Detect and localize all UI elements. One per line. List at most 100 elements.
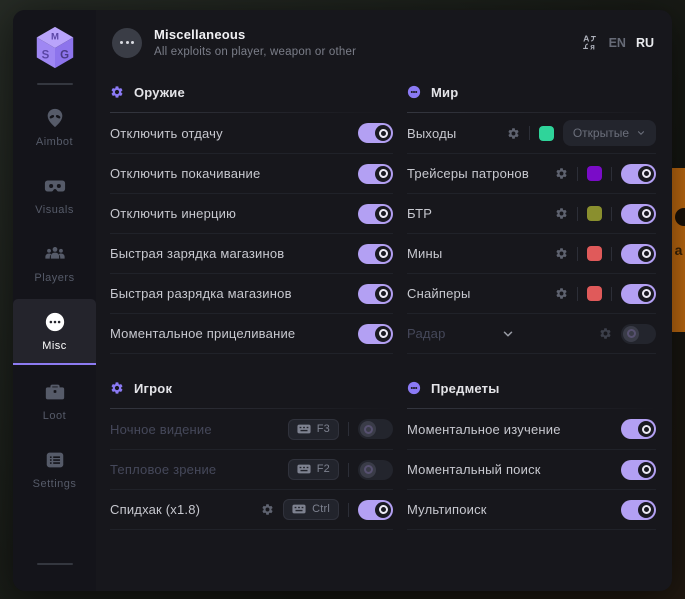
gear-icon	[110, 85, 124, 99]
right-column: Мир Выходы Открытые	[407, 76, 656, 530]
ellipsis-circle-icon	[44, 311, 66, 333]
translate-icon[interactable]: A я	[580, 33, 599, 52]
sidebar-item-misc[interactable]: Misc	[13, 299, 96, 365]
control-divider	[348, 422, 349, 436]
no-inertia-toggle[interactable]	[358, 204, 393, 224]
sidebar-item-players[interactable]: Players	[13, 231, 96, 295]
thermal-vision-toggle[interactable]	[358, 460, 393, 480]
control-divider	[611, 167, 612, 181]
row-fast-unload: Быстрая разрядка магазинов	[110, 273, 393, 313]
row-label: Отключить инерцию	[110, 206, 358, 221]
players-icon	[44, 243, 66, 265]
vr-goggles-icon	[44, 175, 66, 197]
instant-ads-toggle[interactable]	[358, 324, 393, 344]
snipers-settings-gear-icon[interactable]	[555, 287, 568, 300]
row-label: Трейсеры патронов	[407, 166, 555, 181]
row-label: Мины	[407, 246, 555, 261]
row-label: Радар	[407, 326, 446, 341]
row-speedhack: Спидхак (x1.8) Ctrl	[110, 489, 393, 529]
sidebar-divider	[37, 83, 73, 85]
instant-search-toggle[interactable]	[621, 460, 656, 480]
row-instant-ads: Моментальное прицеливание	[110, 313, 393, 353]
row-label: Моментальный поиск	[407, 462, 621, 477]
radar-expand-chevron-icon[interactable]	[501, 327, 515, 341]
row-label: Тепловое зрение	[110, 462, 288, 477]
sidebar-item-loot[interactable]: Loot	[13, 369, 96, 433]
night-vision-toggle[interactable]	[358, 419, 393, 439]
fast-reload-toggle[interactable]	[358, 244, 393, 264]
keyboard-icon	[292, 504, 306, 514]
tracers-settings-gear-icon[interactable]	[555, 167, 568, 180]
control-divider	[611, 287, 612, 301]
fast-unload-toggle[interactable]	[358, 284, 393, 304]
control-divider	[611, 207, 612, 221]
mines-toggle[interactable]	[621, 244, 656, 264]
btr-toggle[interactable]	[621, 204, 656, 224]
mines-settings-gear-icon[interactable]	[555, 247, 568, 260]
no-sway-toggle[interactable]	[358, 164, 393, 184]
row-label: Быстрая разрядка магазинов	[110, 286, 358, 301]
row-label: БТР	[407, 206, 555, 221]
row-label: Отключить покачивание	[110, 166, 358, 181]
exits-dropdown-value: Открытые	[573, 126, 629, 140]
sidebar-item-settings[interactable]: Settings	[13, 437, 96, 501]
section-title: Оружие	[134, 85, 185, 100]
control-divider	[529, 126, 530, 140]
section-player-header: Игрок	[110, 376, 393, 400]
items-icon	[407, 381, 421, 395]
world-icon	[407, 85, 421, 99]
row-instant-examine: Моментальное изучение	[407, 409, 656, 449]
row-no-recoil: Отключить отдачу	[110, 113, 393, 153]
control-divider	[348, 503, 349, 517]
svg-text:S: S	[41, 50, 49, 62]
night-vision-keybind[interactable]: F3	[288, 419, 339, 440]
control-divider	[577, 207, 578, 221]
keybind-label: F2	[317, 463, 330, 475]
section-weapon-header: Оружие	[110, 80, 393, 104]
btr-color-swatch[interactable]	[587, 206, 602, 221]
svg-text:G: G	[60, 50, 69, 62]
radar-settings-gear-icon[interactable]	[599, 327, 612, 340]
lang-en-button[interactable]: EN	[609, 36, 626, 50]
speedhack-settings-gear-icon[interactable]	[261, 503, 274, 516]
exits-dropdown[interactable]: Открытые	[563, 120, 656, 146]
left-column: Оружие Отключить отдачу Отключить покачи…	[110, 76, 393, 530]
instant-examine-toggle[interactable]	[621, 419, 656, 439]
row-label: Ночное видение	[110, 422, 288, 437]
sidebar-item-label: Loot	[43, 410, 66, 422]
radar-toggle[interactable]	[621, 324, 656, 344]
sidebar-item-visuals[interactable]: Visuals	[13, 163, 96, 227]
section-player: Игрок Ночное видение F3	[110, 376, 393, 530]
no-recoil-toggle[interactable]	[358, 123, 393, 143]
sidebar-nav: Aimbot Visuals Players	[13, 95, 96, 501]
speedhack-toggle[interactable]	[358, 500, 393, 520]
row-thermal-vision: Тепловое зрение F2	[110, 449, 393, 489]
btr-settings-gear-icon[interactable]	[555, 207, 568, 220]
exits-color-swatch[interactable]	[539, 126, 554, 141]
snipers-toggle[interactable]	[621, 284, 656, 304]
sidebar-item-label: Settings	[33, 478, 77, 490]
control-divider	[611, 247, 612, 261]
control-divider	[577, 247, 578, 261]
mines-color-swatch[interactable]	[587, 246, 602, 261]
row-label: Мультипоиск	[407, 502, 621, 517]
sidebar-item-label: Visuals	[35, 204, 74, 216]
lang-ru-button[interactable]: RU	[636, 36, 654, 50]
speedhack-keybind[interactable]: Ctrl	[283, 499, 339, 520]
tracers-color-swatch[interactable]	[587, 166, 602, 181]
row-tracers: Трейсеры патронов	[407, 153, 656, 193]
multi-search-toggle[interactable]	[621, 500, 656, 520]
svg-text:я: я	[590, 43, 595, 52]
thermal-vision-keybind[interactable]: F2	[288, 459, 339, 480]
row-exits: Выходы Открытые	[407, 113, 656, 153]
section-title: Мир	[431, 85, 458, 100]
control-divider	[577, 287, 578, 301]
sidebar-item-label: Aimbot	[36, 136, 73, 148]
background-game-fragment: a	[672, 168, 685, 332]
sidebar-item-label: Misc	[42, 340, 67, 352]
snipers-color-swatch[interactable]	[587, 286, 602, 301]
exits-settings-gear-icon[interactable]	[507, 127, 520, 140]
sidebar-item-aimbot[interactable]: Aimbot	[13, 95, 96, 159]
briefcase-icon	[44, 381, 66, 403]
tracers-toggle[interactable]	[621, 164, 656, 184]
